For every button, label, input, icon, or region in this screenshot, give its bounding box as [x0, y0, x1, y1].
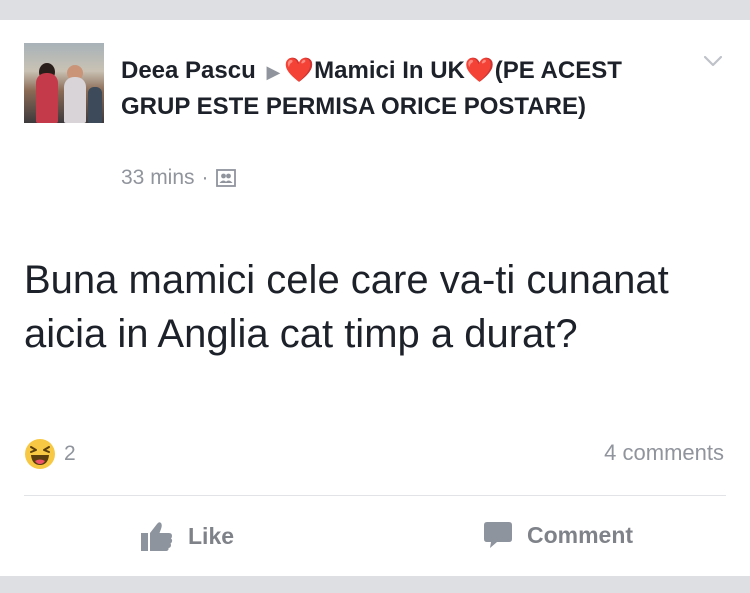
- chevron-down-icon[interactable]: [702, 50, 724, 72]
- author-avatar[interactable]: [24, 43, 104, 123]
- post-card: Deea Pascu ▶ ❤️Mamici In UK❤️(PE ACEST GR…: [0, 20, 750, 576]
- post-meta: 33 mins ·: [121, 166, 236, 190]
- reaction-count: 2: [64, 442, 76, 465]
- divider: [24, 495, 726, 496]
- group-separator-icon: ▶: [266, 62, 281, 82]
- heart-icon-2: ❤️: [464, 57, 495, 84]
- group-audience-icon: [215, 169, 236, 187]
- group-name[interactable]: Mamici In UK: [314, 57, 465, 84]
- reactions-summary[interactable]: 2: [24, 438, 76, 470]
- haha-icon: [25, 439, 55, 469]
- comment-label: Comment: [527, 521, 634, 548]
- author-name[interactable]: Deea Pascu: [121, 57, 256, 84]
- like-label: Like: [188, 522, 235, 549]
- heart-icon: ❤️: [284, 57, 315, 84]
- like-button[interactable]: Like: [140, 520, 234, 552]
- comment-bubble-icon: [484, 522, 512, 548]
- comment-button[interactable]: Comment: [483, 520, 633, 550]
- thumbs-up-icon: [141, 522, 173, 551]
- comments-count[interactable]: 4 comments: [604, 440, 724, 466]
- post-header: Deea Pascu ▶ ❤️Mamici In UK❤️(PE ACEST GR…: [121, 54, 641, 124]
- meta-separator: ·: [201, 166, 209, 189]
- post-body: Buna mamici cele care va-ti cunanat aici…: [24, 258, 669, 356]
- post-time[interactable]: 33 mins: [121, 166, 195, 190]
